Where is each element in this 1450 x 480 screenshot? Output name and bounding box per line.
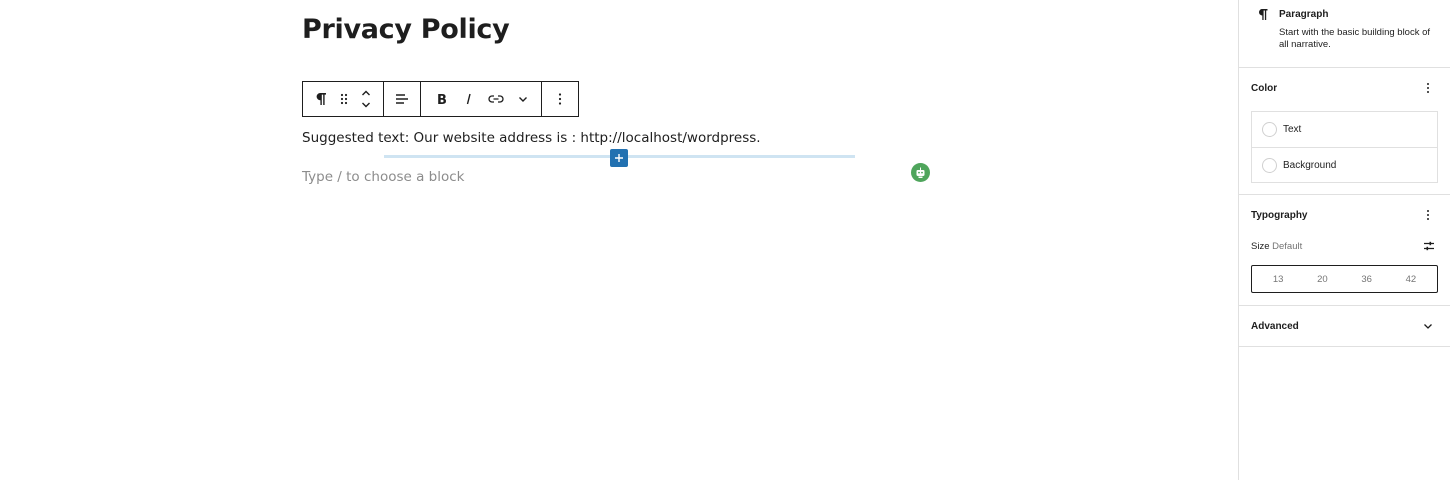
bold-icon[interactable]: B	[427, 82, 457, 116]
block-placeholder[interactable]: Type / to choose a block	[302, 169, 465, 185]
color-swatch	[1262, 157, 1277, 173]
align-left-icon[interactable]	[390, 82, 414, 116]
color-item-background[interactable]: Background	[1252, 147, 1437, 182]
pilcrow-icon[interactable]	[309, 82, 333, 116]
color-options-icon[interactable]	[1418, 78, 1438, 98]
chevron-down-icon[interactable]	[1418, 316, 1438, 336]
color-swatch	[1262, 122, 1277, 137]
block-toolbar: B	[302, 81, 579, 117]
font-size-option[interactable]: 20	[1311, 270, 1334, 289]
toolbar-group-format: B	[421, 82, 542, 116]
font-size-value: Default	[1272, 240, 1303, 252]
editor-canvas: Privacy Policy B Suggested text: Our web…	[0, 0, 1238, 480]
toolbar-group-options	[542, 82, 578, 116]
pilcrow-icon	[1255, 6, 1269, 22]
page-title[interactable]: Privacy Policy	[302, 14, 510, 45]
advanced-panel[interactable]: Advanced	[1239, 306, 1450, 347]
font-size-picker: 13 20 36 42	[1251, 265, 1438, 293]
block-card-description: Start with the basic building block of a…	[1279, 27, 1431, 50]
font-size-option[interactable]: 13	[1267, 270, 1290, 289]
italic-icon[interactable]	[457, 82, 481, 116]
move-down-icon[interactable]	[361, 101, 371, 109]
toolbar-group-align	[384, 82, 421, 116]
more-options-icon[interactable]	[548, 82, 572, 116]
move-buttons	[355, 82, 377, 116]
robot-icon	[916, 167, 925, 178]
custom-size-icon[interactable]	[1419, 236, 1439, 256]
svg-text:B: B	[437, 93, 447, 106]
block-settings-sidebar: Paragraph Start with the basic building …	[1238, 0, 1450, 480]
avatar[interactable]	[911, 163, 930, 182]
color-item-label: Background	[1283, 159, 1337, 171]
plus-icon	[615, 154, 623, 162]
color-panel-title: Color	[1251, 82, 1278, 94]
move-up-icon[interactable]	[361, 89, 371, 97]
font-size-row: Size Default	[1251, 236, 1439, 256]
block-card: Paragraph Start with the basic building …	[1239, 0, 1450, 68]
typography-options-icon[interactable]	[1418, 205, 1438, 225]
block-inserter-button[interactable]	[610, 149, 628, 167]
chevron-down-icon[interactable]	[511, 82, 535, 116]
block-card-title: Paragraph	[1279, 9, 1329, 20]
typography-panel-title: Typography	[1251, 209, 1308, 221]
advanced-panel-title: Advanced	[1251, 320, 1299, 332]
color-list: Text Background	[1251, 111, 1438, 183]
color-item-label: Text	[1283, 124, 1302, 135]
link-icon[interactable]	[481, 82, 511, 116]
font-size-option[interactable]: 42	[1400, 270, 1423, 289]
font-size-option[interactable]: 36	[1355, 270, 1378, 289]
toolbar-group-block	[303, 82, 384, 116]
drag-handle-icon[interactable]	[333, 82, 355, 116]
paragraph-block[interactable]: Suggested text: Our website address is :…	[302, 130, 761, 146]
color-item-text[interactable]: Text	[1252, 112, 1437, 147]
font-size-label: Size	[1251, 240, 1270, 252]
